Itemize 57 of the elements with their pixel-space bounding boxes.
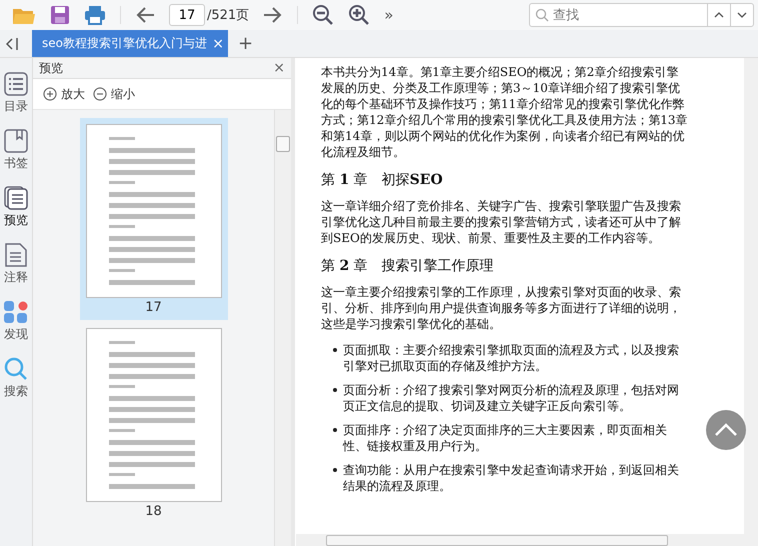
page-thumbnail[interactable]: 18 xyxy=(80,322,228,524)
page-thumbnail[interactable]: 17 xyxy=(80,118,228,320)
zoom-out-icon[interactable] xyxy=(312,4,334,26)
list-item: 页面分析：介绍了搜索引擎对网页分析的流程及原理，包括对网页正文信息的提取、切词及建立关键字正反向索引等。 xyxy=(343,382,680,414)
close-tab-button[interactable]: × xyxy=(212,36,224,52)
more-button[interactable]: » xyxy=(384,6,394,24)
document-tab[interactable]: seo教程搜索引擎优化入门与进 × xyxy=(32,30,228,57)
chevron-up-icon xyxy=(714,12,724,18)
scrollbar[interactable] xyxy=(744,58,758,546)
paragraph: 这一章主要介绍搜索引擎的工作原理，从搜索引擎对页面的收录、索引、分析、排序到向用户提供查询服务等多方面进行了详细的说明，这些是学习搜索引擎优化的基础。 xyxy=(321,284,682,332)
apps-icon xyxy=(4,300,28,324)
page-number-field[interactable]: 17 xyxy=(169,4,205,26)
sidebar-tab[interactable]: 目录 xyxy=(1,72,31,115)
search-icon xyxy=(535,8,549,22)
page-number: 17 xyxy=(145,299,162,317)
page-total: /521页 xyxy=(207,7,250,24)
bullet-icon xyxy=(333,468,337,472)
list-item: 查询功能：从用户在搜索引擎中发起查询请求开始，到返回相关结果的流程及原理。 xyxy=(343,462,680,494)
zoom-out-icon xyxy=(93,87,107,101)
bullet-icon xyxy=(333,428,337,432)
search-icon xyxy=(4,357,28,381)
close-button[interactable]: × xyxy=(273,60,285,76)
zoom-out-button[interactable]: 缩小 xyxy=(93,86,135,102)
panel-title: 预览 xyxy=(39,60,63,76)
page-number: 18 xyxy=(145,503,162,521)
chevron-up-icon xyxy=(714,423,738,437)
list-icon xyxy=(4,72,28,96)
forward-arrow-icon[interactable] xyxy=(263,6,284,24)
scrollbar[interactable] xyxy=(274,110,291,546)
bullet-icon xyxy=(333,388,337,392)
pages-icon xyxy=(4,186,28,210)
sidebar-tab[interactable]: 搜索 xyxy=(1,357,31,400)
zoom-in-icon[interactable] xyxy=(348,4,370,26)
chapter-heading: 第 1 章 初探SEO xyxy=(321,171,444,190)
sidebar-tab[interactable]: 注释 xyxy=(1,243,31,286)
bullet-icon xyxy=(333,348,337,352)
sidebar-tab[interactable]: 预览 xyxy=(1,186,31,229)
paragraph: 本书共分为14章。第1章主要介绍SEO的概况；第2章介绍搜索引擎发展的历史、分类及工作原理等；第3～10章详细介绍了搜索引擎优化的每个基础环节及操作技巧；第11章介绍常见的搜索引擎优化作弊方式；第12章介绍几个常用的搜索引擎优化工具及使用方法；第13章和第14章，则以两个网站的优化作为案例，向读者介绍已有网站的优化流程及细节。 xyxy=(321,64,688,160)
collapse-sidebar-icon[interactable] xyxy=(6,36,20,50)
zoom-in-icon xyxy=(43,87,57,101)
document-icon xyxy=(4,243,28,267)
search-field[interactable]: 查找 xyxy=(529,3,754,27)
tab-title: seo教程搜索引擎优化入门与进 xyxy=(42,35,208,52)
paragraph: 这一章详细介绍了竞价排名、关键字广告、搜索引擎联盟广告及搜索引擎优化这几种目前最主要的搜索引擎营销方式，读者还可从中了解到SEO的发展历史、现状、前景、重要性及主要的工作内容等。 xyxy=(321,198,682,246)
back-arrow-icon[interactable] xyxy=(135,6,155,24)
list-item: 页面排序：介绍了决定页面排序的三大主要因素，即页面相关性、链接权重及用户行为。 xyxy=(343,422,668,454)
zoom-in-button[interactable]: 放大 xyxy=(43,86,85,102)
save-icon[interactable] xyxy=(50,5,70,25)
chevron-down-icon xyxy=(737,12,747,18)
sidebar-tab[interactable]: 书签 xyxy=(1,129,31,172)
list-item: 页面抓取：主要介绍搜索引擎抓取页面的流程及方式，以及搜索引擎对已抓取页面的存储及维护方法。 xyxy=(343,342,680,374)
sidebar-tab[interactable]: 发现 xyxy=(1,300,31,343)
bookmark-icon xyxy=(4,129,28,153)
new-tab-button[interactable]: + xyxy=(238,33,254,54)
scrollbar[interactable] xyxy=(296,534,744,546)
printer-icon[interactable] xyxy=(84,5,106,25)
chapter-heading: 第 2 章 搜索引擎工作原理 xyxy=(321,257,495,276)
